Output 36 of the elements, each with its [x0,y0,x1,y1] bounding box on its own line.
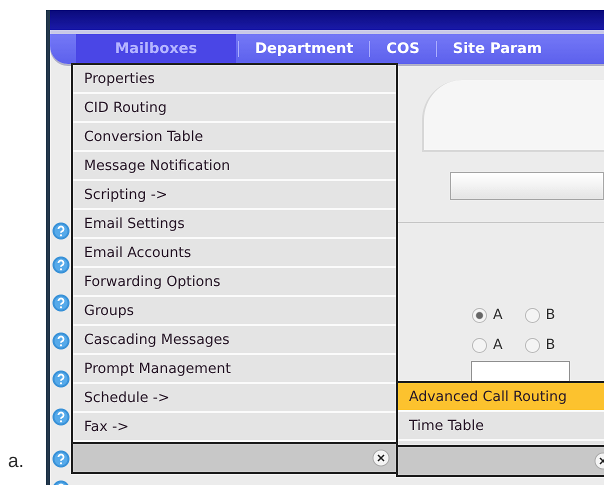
help-icon[interactable] [52,332,70,350]
menu-item[interactable]: Advanced Call Routing [398,383,604,412]
menu-item[interactable]: Prompt Management [73,355,396,384]
menu-item[interactable]: Message Notification [73,152,396,181]
menu-item[interactable]: Time Table [398,412,604,441]
input-field[interactable] [450,172,604,200]
menu-item[interactable]: Email Settings [73,210,396,239]
menu-item[interactable]: Email Accounts [73,239,396,268]
nav-tab[interactable]: Department [241,34,368,64]
help-icon[interactable] [52,222,70,240]
input-field[interactable] [471,361,570,382]
caption: a. [8,451,25,473]
menu-item[interactable]: Conversion Table [73,123,396,152]
radio-label: B [546,337,556,353]
menu-item[interactable]: Groups [73,297,396,326]
help-icon[interactable] [52,370,70,388]
menu-item[interactable]: CID Routing [73,94,396,123]
menu-item[interactable]: Schedule -> [73,384,396,413]
menu-item[interactable]: Cascading Messages [73,326,396,355]
radio-label: B [546,307,556,323]
help-icon[interactable] [52,450,70,468]
radio-button[interactable] [472,308,487,322]
radio-button[interactable] [524,338,540,352]
help-icon[interactable] [52,256,70,274]
menu-item[interactable]: Forwarding Options [73,268,396,297]
menu-item[interactable]: Properties [73,65,396,94]
radio-label: A [493,337,503,353]
radio-label: A [493,307,503,323]
radio-button[interactable] [524,308,540,322]
help-icon[interactable] [52,294,70,312]
help-icon[interactable] [52,408,70,426]
nav-tab[interactable]: Site Param [438,34,556,64]
radio-button[interactable] [472,338,487,352]
close-icon[interactable] [372,449,390,467]
nav-tab[interactable]: COS [372,34,434,64]
menu-item[interactable]: Scripting -> [73,181,396,210]
